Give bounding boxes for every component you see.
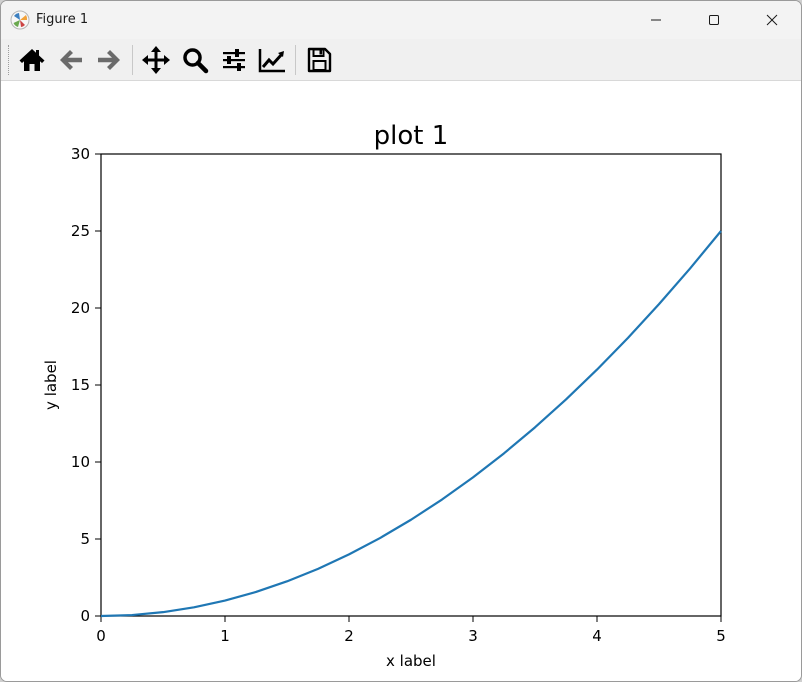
window-title: Figure 1 [36, 12, 89, 27]
close-icon [766, 14, 778, 26]
x-tick-label: 1 [220, 627, 230, 645]
save-button[interactable] [302, 43, 336, 77]
maximize-icon [709, 15, 719, 25]
floppy-disk-icon [307, 47, 332, 73]
home-icon [19, 49, 45, 71]
y-axis-label: y label [42, 360, 60, 410]
axes-frame [100, 153, 722, 617]
y-tick-label: 5 [80, 530, 90, 548]
sliders-icon [223, 49, 245, 71]
arrow-left-icon [60, 50, 82, 70]
line-chart-icon [258, 49, 285, 73]
maximize-button[interactable] [685, 1, 743, 39]
y-tick-label: 0 [80, 607, 90, 625]
x-axis-label: x label [386, 652, 436, 670]
series-layer [100, 230, 722, 618]
plot-figure: plot 1 0 1 2 3 4 5 0 5 10 15 20 25 30 x label y lab… [42, 121, 726, 670]
series-line [100, 230, 722, 618]
x-tick-label: 3 [468, 627, 478, 645]
arrow-right-icon [98, 50, 120, 70]
plot-title: plot 1 [374, 121, 449, 151]
y-tick-label: 15 [71, 376, 90, 394]
minimize-button[interactable] [627, 1, 685, 39]
toolbar-separator [295, 45, 296, 75]
navigation-toolbar [1, 39, 801, 81]
matplotlib-app-icon [10, 10, 30, 30]
back-button[interactable] [54, 43, 88, 77]
y-tick-label: 20 [71, 299, 90, 317]
x-tick-label: 0 [96, 627, 106, 645]
magnifier-icon [183, 48, 209, 74]
y-tick-label: 10 [71, 453, 90, 471]
figure-canvas[interactable]: plot 1 0 1 2 3 4 5 0 5 10 15 20 25 30 x label y lab… [1, 81, 801, 681]
x-tick-label: 5 [716, 627, 726, 645]
minimize-icon [651, 19, 661, 21]
configure-subplots-button[interactable] [217, 43, 251, 77]
toolbar-grip[interactable] [8, 45, 11, 75]
title-bar[interactable]: Figure 1 [1, 1, 801, 39]
forward-button[interactable] [92, 43, 126, 77]
x-tick-label: 2 [344, 627, 354, 645]
x-tick-label: 4 [592, 627, 602, 645]
figure-window: Figure 1 plot 1 0 1 2 3 4 5 0 5 10 15 20… [0, 0, 802, 682]
zoom-button[interactable] [178, 43, 212, 77]
pan-button[interactable] [139, 43, 173, 77]
move-icon [142, 46, 170, 74]
edit-axis-button[interactable] [255, 43, 289, 77]
close-button[interactable] [743, 1, 801, 39]
home-button[interactable] [15, 43, 49, 77]
y-tick-label: 25 [71, 222, 90, 240]
y-tick-label: 30 [71, 145, 90, 163]
x-axis: 0 1 2 3 4 5 [96, 616, 726, 645]
toolbar-separator [132, 45, 133, 75]
y-axis: 0 5 10 15 20 25 30 [71, 145, 101, 625]
